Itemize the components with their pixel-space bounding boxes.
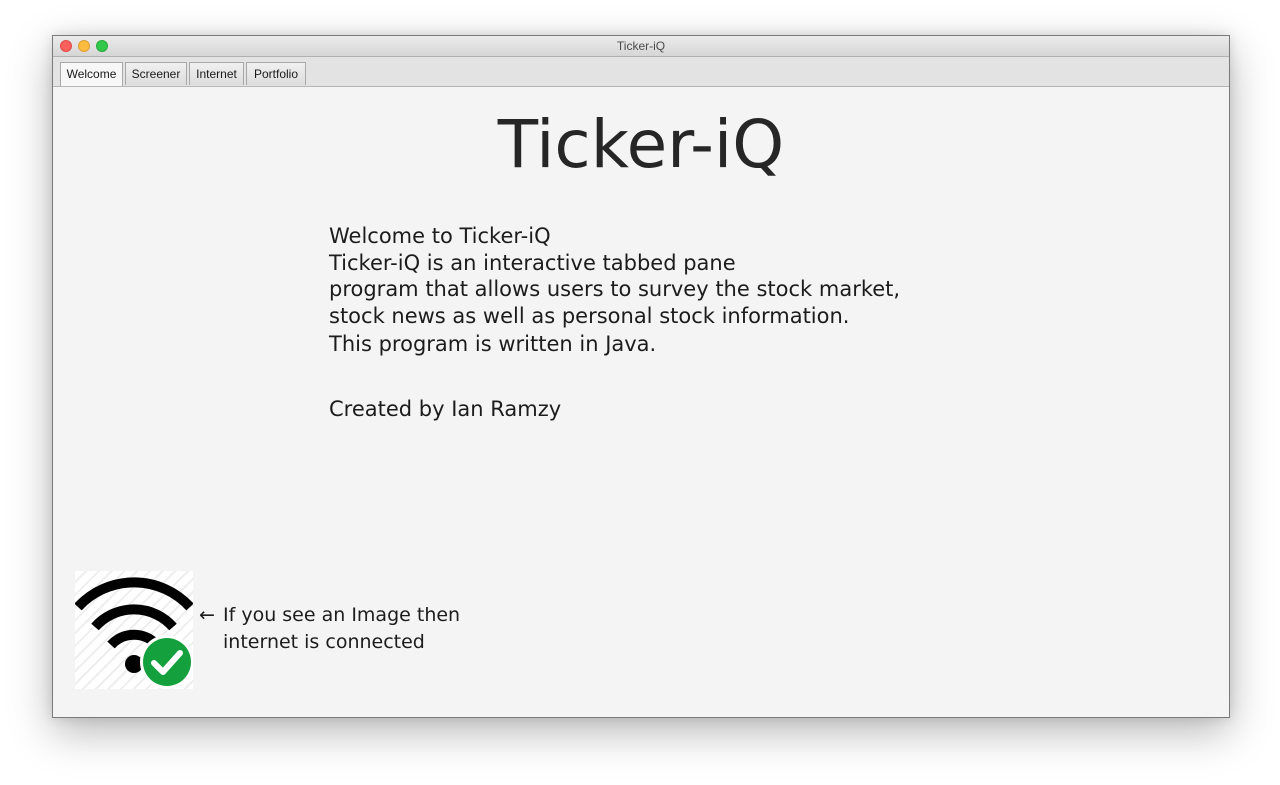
wifi-connected-icon (74, 571, 194, 689)
tab-bar: Welcome Screener Internet Portfolio (53, 57, 1229, 87)
internet-note-text-1: If you see an Image then (223, 604, 461, 626)
welcome-line-2: Ticker-iQ is an interactive tabbed pane (329, 250, 736, 275)
tab-screener[interactable]: Screener (125, 62, 187, 85)
welcome-panel: Ticker-iQ Welcome to Ticker-iQ Ticker-iQ… (53, 87, 1229, 717)
wifi-connected-graphic (74, 577, 194, 689)
app-heading: Ticker-iQ (497, 106, 785, 183)
welcome-line-1: Welcome to Ticker-iQ (329, 224, 551, 248)
internet-note-line-1: ← If you see an Image then (199, 602, 460, 629)
arrow-left-icon: ← (199, 604, 215, 626)
tab-portfolio[interactable]: Portfolio (246, 62, 306, 85)
tab-internet[interactable]: Internet (189, 62, 244, 85)
internet-note-text-2: internet is connected (223, 631, 425, 653)
window-title: Ticker-iQ (616, 39, 666, 53)
internet-status-note: ← If you see an Image then internet is co… (199, 602, 460, 656)
welcome-line-4: stock news as well as personal stock inf… (329, 303, 850, 328)
title-bar[interactable]: Ticker-iQ (53, 36, 1229, 57)
tab-welcome[interactable]: Welcome (60, 62, 123, 86)
welcome-line-3: program that allows users to survey the … (329, 277, 901, 301)
welcome-description: Welcome to Ticker-iQ Ticker-iQ is an int… (329, 223, 1029, 358)
author-credit: Created by Ian Ramzy (329, 397, 562, 421)
app-window: Ticker-iQ Welcome Screener Internet Port… (52, 35, 1230, 718)
internet-note-line-2: internet is connected (199, 629, 460, 656)
welcome-line-5: This program is written in Java. (329, 332, 657, 356)
